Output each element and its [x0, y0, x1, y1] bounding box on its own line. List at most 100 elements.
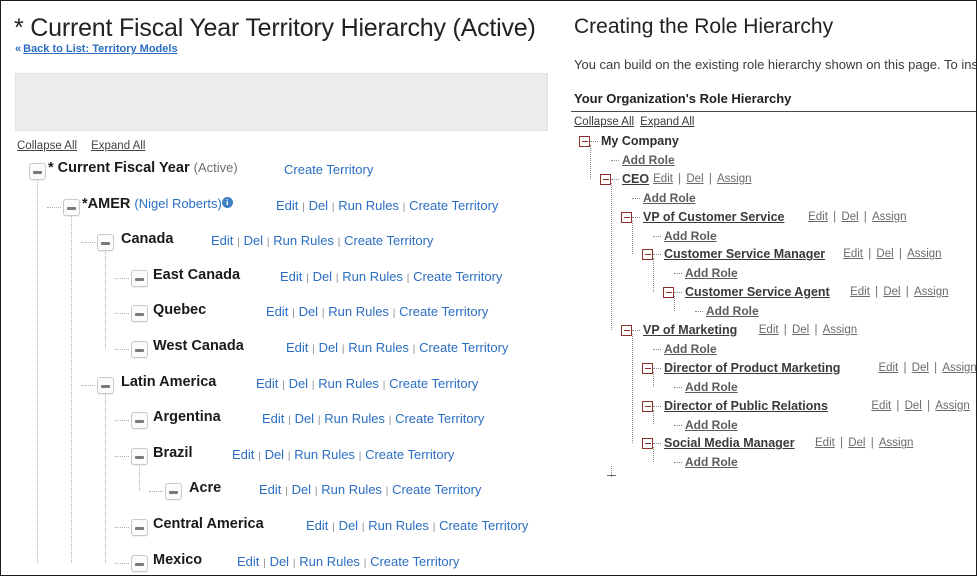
role-collapse-toggle-icon[interactable] — [642, 400, 653, 412]
role-action-del-link[interactable]: Del — [848, 437, 865, 449]
collapse-toggle-icon[interactable] — [63, 198, 80, 216]
collapse-toggle-icon[interactable] — [97, 234, 114, 252]
action-run-rules-link[interactable]: Run Rules — [348, 340, 409, 355]
add-role-link[interactable]: Add Role — [643, 191, 696, 205]
action-edit-link[interactable]: Edit — [276, 198, 298, 213]
action-run-rules-link[interactable]: Run Rules — [318, 376, 379, 391]
action-run-rules-link[interactable]: Run Rules — [299, 554, 360, 569]
action-create-territory-link[interactable]: Create Territory — [413, 269, 502, 284]
role-expand-all-link[interactable]: Expand All — [640, 116, 694, 128]
role-action-assign-link[interactable]: Assign — [872, 211, 907, 223]
action-run-rules-link[interactable]: Run Rules — [342, 269, 403, 284]
role-action-del-link[interactable]: Del — [876, 248, 893, 260]
action-edit-link[interactable]: Edit — [280, 269, 302, 284]
action-del-link[interactable]: Del — [339, 518, 359, 533]
action-del-link[interactable]: Del — [319, 340, 339, 355]
role-name-link[interactable]: Director of Product Marketing — [664, 361, 840, 375]
role-collapse-toggle-icon[interactable] — [600, 173, 611, 185]
action-del-link[interactable]: Del — [313, 269, 333, 284]
add-role-link[interactable]: Add Role — [685, 418, 738, 432]
action-create-territory-link[interactable]: Create Territory — [344, 233, 433, 248]
action-create-territory-link[interactable]: Create Territory — [419, 340, 508, 355]
role-name-link[interactable]: Customer Service Agent — [685, 285, 830, 299]
action-edit-link[interactable]: Edit — [237, 554, 259, 569]
action-run-rules-link[interactable]: Run Rules — [273, 233, 334, 248]
add-role-link[interactable]: Add Role — [685, 455, 738, 469]
expand-all-link[interactable]: Expand All — [91, 140, 145, 152]
role-collapse-toggle-icon[interactable] — [621, 325, 632, 336]
role-name-link[interactable]: Social Media Manager — [664, 436, 795, 450]
action-del-link[interactable]: Del — [265, 447, 285, 462]
action-del-link[interactable]: Del — [309, 198, 329, 213]
action-create-territory-link[interactable]: Create Territory — [439, 518, 528, 533]
role-action-del-link[interactable]: Del — [686, 173, 703, 185]
role-action-del-link[interactable]: Del — [883, 286, 900, 298]
role-name-link[interactable]: CEO — [622, 172, 649, 186]
role-name-link[interactable]: VP of Marketing — [643, 323, 737, 337]
action-run-rules-link[interactable]: Run Rules — [321, 482, 382, 497]
action-create-territory-link[interactable]: Create Territory — [392, 482, 481, 497]
role-action-edit-link[interactable]: Edit — [850, 286, 870, 298]
role-action-assign-link[interactable]: Assign — [717, 173, 752, 185]
collapse-toggle-icon[interactable] — [131, 305, 148, 323]
action-del-link[interactable]: Del — [270, 554, 290, 569]
collapse-toggle-icon[interactable] — [29, 163, 46, 180]
role-action-edit-link[interactable]: Edit — [843, 248, 863, 260]
role-name-link[interactable]: VP of Customer Service — [643, 210, 785, 224]
collapse-toggle-icon[interactable] — [131, 341, 148, 358]
action-create-territory-link[interactable]: Create Territory — [389, 376, 478, 391]
action-run-rules-link[interactable]: Run Rules — [368, 518, 429, 533]
role-collapse-all-link[interactable]: Collapse All — [574, 116, 634, 128]
action-del-link[interactable]: Del — [299, 304, 319, 319]
action-edit-link[interactable]: Edit — [256, 376, 278, 391]
action-edit-link[interactable]: Edit — [232, 447, 254, 462]
role-action-edit-link[interactable]: Edit — [878, 362, 898, 374]
role-action-assign-link[interactable]: Assign — [823, 324, 858, 336]
role-action-del-link[interactable]: Del — [841, 211, 858, 223]
add-role-link[interactable]: Add Role — [685, 266, 738, 280]
action-edit-link[interactable]: Edit — [266, 304, 288, 319]
action-del-link[interactable]: Del — [292, 482, 312, 497]
collapse-toggle-icon[interactable] — [131, 519, 148, 536]
role-action-del-link[interactable]: Del — [912, 362, 929, 374]
add-role-link[interactable]: Add Role — [622, 153, 675, 167]
action-create-territory-link[interactable]: Create Territory — [284, 162, 373, 177]
role-collapse-toggle-icon[interactable] — [621, 211, 632, 223]
action-create-territory-link[interactable]: Create Territory — [370, 554, 459, 569]
add-role-link[interactable]: Add Role — [664, 229, 717, 243]
role-action-assign-link[interactable]: Assign — [914, 286, 949, 298]
collapse-toggle-icon[interactable] — [165, 483, 182, 501]
action-run-rules-link[interactable]: Run Rules — [324, 411, 385, 426]
role-action-del-link[interactable]: Del — [905, 400, 922, 412]
collapse-toggle-icon[interactable] — [131, 554, 148, 572]
collapse-toggle-icon[interactable] — [131, 412, 148, 430]
action-run-rules-link[interactable]: Run Rules — [328, 304, 389, 319]
action-edit-link[interactable]: Edit — [211, 233, 233, 248]
role-action-assign-link[interactable]: Assign — [935, 400, 970, 412]
add-role-link[interactable]: Add Role — [664, 342, 717, 356]
action-create-territory-link[interactable]: Create Territory — [409, 198, 498, 213]
role-action-del-link[interactable]: Del — [792, 324, 809, 336]
role-collapse-toggle-icon[interactable] — [663, 287, 674, 299]
collapse-all-link[interactable]: Collapse All — [17, 140, 77, 152]
collapse-toggle-icon[interactable] — [97, 376, 114, 394]
action-create-territory-link[interactable]: Create Territory — [365, 447, 454, 462]
add-role-link[interactable]: Add Role — [685, 380, 738, 394]
role-action-edit-link[interactable]: Edit — [808, 211, 828, 223]
action-edit-link[interactable]: Edit — [262, 411, 284, 426]
role-name-link[interactable]: Customer Service Manager — [664, 247, 825, 261]
add-role-link[interactable]: Add Role — [706, 304, 759, 318]
role-action-assign-link[interactable]: Assign — [907, 248, 942, 260]
role-action-edit-link[interactable]: Edit — [871, 400, 891, 412]
role-collapse-toggle-icon[interactable] — [642, 362, 653, 374]
role-collapse-toggle-icon[interactable] — [579, 136, 590, 147]
role-action-edit-link[interactable]: Edit — [653, 173, 673, 185]
action-create-territory-link[interactable]: Create Territory — [399, 304, 488, 319]
action-run-rules-link[interactable]: Run Rules — [294, 447, 355, 462]
back-to-list-link[interactable]: Back to List: Territory Models — [23, 43, 177, 55]
role-action-assign-link[interactable]: Assign — [879, 437, 914, 449]
action-del-link[interactable]: Del — [244, 233, 264, 248]
action-edit-link[interactable]: Edit — [306, 518, 328, 533]
action-edit-link[interactable]: Edit — [259, 482, 281, 497]
action-create-territory-link[interactable]: Create Territory — [395, 411, 484, 426]
